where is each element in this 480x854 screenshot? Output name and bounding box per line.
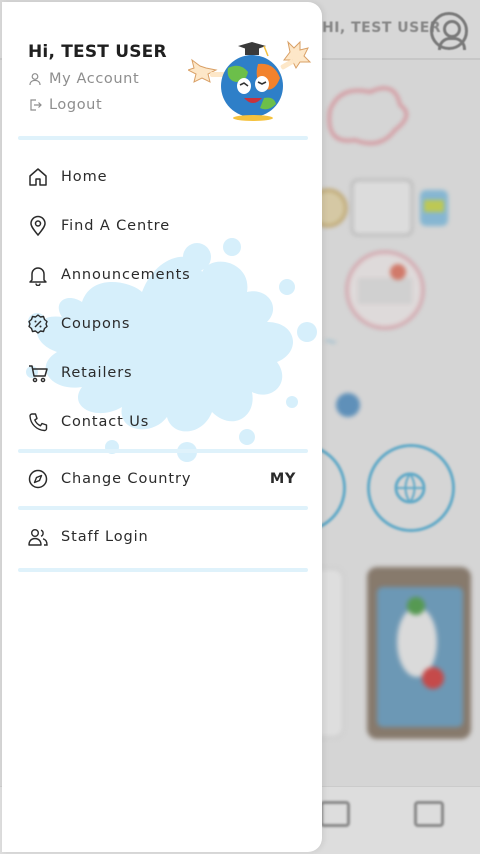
compass-icon bbox=[26, 467, 50, 491]
cart-icon bbox=[26, 361, 50, 385]
location-pin-icon bbox=[26, 214, 50, 238]
menu-item-retailers-label: Retailers bbox=[61, 365, 133, 381]
bottom-divider bbox=[18, 568, 308, 572]
menu-item-contact-us[interactable]: Contact Us bbox=[26, 407, 308, 437]
menu-item-change-country[interactable]: Change Country MY bbox=[26, 464, 308, 494]
menu-item-staff-login[interactable]: Staff Login bbox=[26, 522, 308, 552]
current-country-code: MY bbox=[269, 471, 296, 487]
menu-item-contact-us-label: Contact Us bbox=[61, 414, 150, 430]
my-account-link[interactable]: My Account bbox=[28, 70, 139, 88]
menu-item-find-a-centre-label: Find A Centre bbox=[61, 218, 171, 234]
country-divider bbox=[18, 506, 308, 510]
menu-item-retailers[interactable]: Retailers bbox=[26, 358, 308, 388]
menu-item-announcements-label: Announcements bbox=[61, 267, 191, 283]
logout-link[interactable]: Logout bbox=[28, 96, 102, 114]
menu-item-staff-login-label: Staff Login bbox=[61, 529, 149, 545]
menu-item-change-country-label: Change Country bbox=[61, 471, 192, 487]
menu-item-coupons[interactable]: Coupons bbox=[26, 309, 308, 339]
menu-item-coupons-label: Coupons bbox=[61, 316, 131, 332]
home-icon bbox=[26, 165, 50, 189]
mascot-globe-logo bbox=[188, 40, 312, 121]
bell-icon bbox=[26, 263, 50, 287]
users-icon bbox=[26, 525, 50, 549]
menu-item-home-label: Home bbox=[61, 169, 108, 185]
menu-item-announcements[interactable]: Announcements bbox=[26, 260, 308, 290]
my-account-label: My Account bbox=[49, 71, 140, 87]
phone-icon bbox=[26, 410, 50, 434]
user-greeting: Hi, TEST USER bbox=[28, 42, 167, 62]
header-divider bbox=[18, 136, 308, 140]
navigation-drawer: Hi, TEST USER My Account Logout Home Fin… bbox=[2, 2, 322, 852]
logout-label: Logout bbox=[49, 97, 103, 113]
menu-item-home[interactable]: Home bbox=[26, 162, 308, 192]
coupon-icon bbox=[26, 312, 50, 336]
logout-icon bbox=[30, 99, 42, 111]
menu-item-find-a-centre[interactable]: Find A Centre bbox=[26, 211, 308, 241]
user-icon bbox=[29, 73, 41, 86]
menu-divider bbox=[18, 449, 308, 453]
